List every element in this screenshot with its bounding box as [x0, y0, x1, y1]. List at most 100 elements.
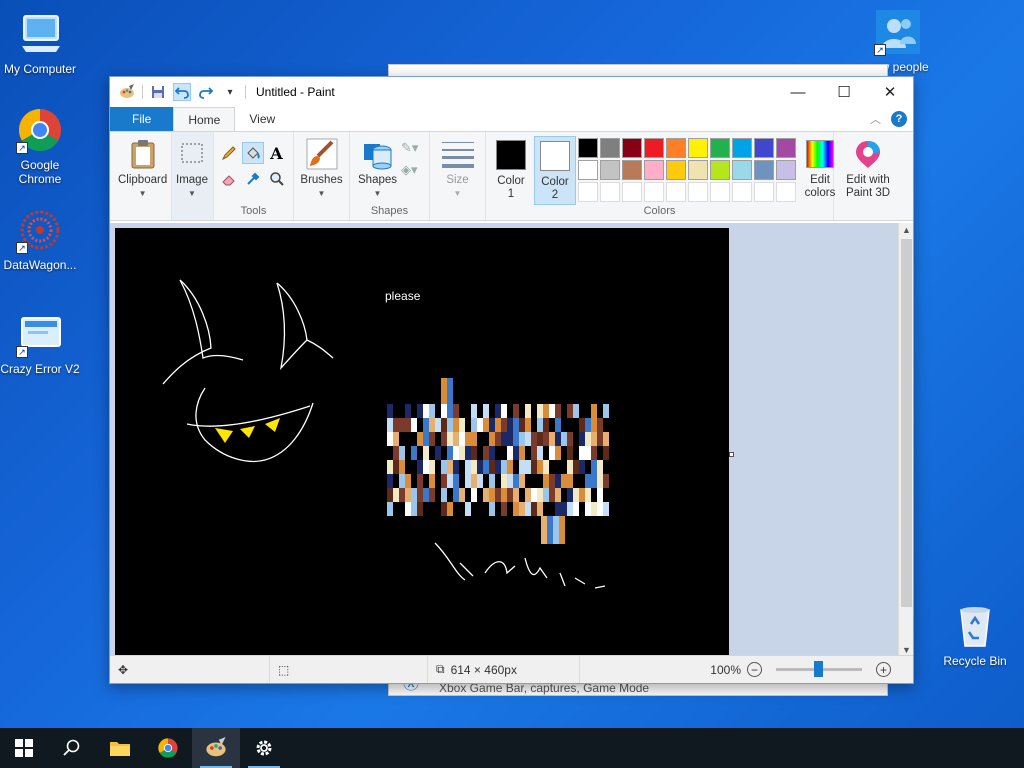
- cursor-position-cell: ✥: [110, 656, 270, 683]
- shapes-button[interactable]: Shapes ▼: [354, 136, 401, 202]
- maximize-button[interactable]: ☐: [821, 77, 867, 107]
- image-label: Image: [176, 174, 208, 186]
- canvas-pixel: [471, 488, 477, 502]
- palette-swatch-empty[interactable]: [688, 182, 708, 202]
- palette-swatch[interactable]: [578, 160, 598, 180]
- fill-bucket-icon[interactable]: [241, 142, 264, 164]
- palette-swatch[interactable]: [600, 160, 620, 180]
- scroll-up-icon[interactable]: ▲: [899, 225, 914, 235]
- tab-home[interactable]: Home: [173, 107, 236, 131]
- image-button[interactable]: Image ▼: [176, 136, 208, 202]
- scrollbar-thumb[interactable]: [901, 239, 912, 607]
- edit-with-paint3d-button[interactable]: Edit with Paint 3D: [838, 136, 898, 202]
- size-button[interactable]: Size ▼: [438, 136, 478, 202]
- palette-swatch[interactable]: [644, 160, 664, 180]
- scroll-down-icon[interactable]: ▼: [899, 645, 914, 655]
- color-picker-icon[interactable]: [242, 168, 264, 190]
- help-icon[interactable]: ?: [891, 111, 907, 127]
- desktop-icon-my-computer[interactable]: My Computer: [0, 10, 80, 76]
- palette-swatch-empty[interactable]: [600, 182, 620, 202]
- canvas-pixel: [555, 502, 561, 516]
- drawing-canvas[interactable]: please: [115, 228, 729, 656]
- taskbar-chrome[interactable]: [144, 728, 192, 768]
- tab-file[interactable]: File: [110, 107, 174, 131]
- brushes-button[interactable]: Brushes ▼: [296, 136, 346, 202]
- search-button[interactable]: [48, 728, 96, 768]
- canvas-pixel: [513, 502, 519, 516]
- palette-swatch[interactable]: [666, 160, 686, 180]
- canvas-resize-handle[interactable]: [729, 452, 734, 457]
- paint-window[interactable]: ▾ Untitled - Paint — ☐ ✕ File Home View …: [109, 76, 914, 684]
- canvas-pixel: [507, 460, 513, 474]
- canvas-pixel: [441, 460, 447, 474]
- taskbar-settings[interactable]: [240, 728, 288, 768]
- palette-swatch[interactable]: [710, 138, 730, 158]
- magnifier-icon[interactable]: [266, 168, 288, 190]
- zoom-slider-knob[interactable]: [814, 661, 823, 677]
- clipboard-label: Clipboard: [118, 174, 168, 186]
- zoom-slider[interactable]: [776, 661, 862, 677]
- color1-button[interactable]: Color 1: [490, 136, 532, 203]
- palette-swatch[interactable]: [776, 138, 796, 158]
- palette-swatch[interactable]: [578, 138, 598, 158]
- palette-swatch[interactable]: [600, 138, 620, 158]
- pencil-icon[interactable]: [218, 142, 240, 164]
- palette-swatch-empty[interactable]: [666, 182, 686, 202]
- canvas-workspace[interactable]: please: [110, 223, 900, 657]
- canvas-pixel: [477, 418, 483, 432]
- palette-swatch[interactable]: [732, 138, 752, 158]
- palette-swatch-empty[interactable]: [578, 182, 598, 202]
- close-button[interactable]: ✕: [867, 77, 913, 107]
- canvas-pixel: [417, 502, 423, 516]
- palette-swatch-empty[interactable]: [776, 182, 796, 202]
- minimize-button[interactable]: —: [775, 77, 821, 107]
- taskbar-file-explorer[interactable]: [96, 728, 144, 768]
- canvas-pixel: [483, 446, 489, 460]
- fill-icon[interactable]: ◈▾: [401, 162, 418, 178]
- palette-swatch[interactable]: [622, 160, 642, 180]
- tab-view[interactable]: View: [235, 107, 289, 131]
- palette-swatch-empty[interactable]: [710, 182, 730, 202]
- palette-swatch[interactable]: [688, 160, 708, 180]
- clipboard-button[interactable]: Clipboard ▼: [114, 136, 171, 202]
- palette-swatch[interactable]: [622, 138, 642, 158]
- palette-swatch-empty[interactable]: [754, 182, 774, 202]
- canvas-pixel: [531, 446, 537, 460]
- palette-swatch[interactable]: [732, 160, 752, 180]
- canvas-pixel: [549, 432, 555, 446]
- clipboard-group: Clipboard ▼: [110, 132, 172, 220]
- desktop-icon-crazy-error[interactable]: ↗ Crazy Error V2: [0, 310, 80, 376]
- zoom-out-button[interactable]: −: [747, 662, 762, 677]
- desktop-icon-recycle-bin[interactable]: Recycle Bin: [935, 602, 1015, 668]
- desktop-icon-google-chrome[interactable]: ↗ Google Chrome: [0, 106, 80, 186]
- canvas-pixel: [585, 446, 591, 460]
- collapse-ribbon-icon[interactable]: ︿: [870, 111, 881, 127]
- palette-swatch-empty[interactable]: [644, 182, 664, 202]
- text-tool-icon[interactable]: A: [266, 142, 288, 164]
- palette-swatch[interactable]: [688, 138, 708, 158]
- vertical-scrollbar[interactable]: ▲ ▼: [898, 223, 913, 657]
- palette-swatch[interactable]: [644, 138, 664, 158]
- palette-swatch[interactable]: [710, 160, 730, 180]
- taskbar-paint[interactable]: [192, 728, 240, 768]
- canvas-pixel: [447, 446, 453, 460]
- palette-swatch[interactable]: [754, 160, 774, 180]
- undo-icon[interactable]: [173, 83, 191, 101]
- canvas-pixel: [555, 488, 561, 502]
- save-icon[interactable]: [149, 83, 167, 101]
- title-bar[interactable]: ▾ Untitled - Paint — ☐ ✕: [110, 77, 913, 107]
- customize-qat-chevron-icon[interactable]: ▾: [221, 83, 239, 101]
- palette-swatch[interactable]: [754, 138, 774, 158]
- palette-swatch-empty[interactable]: [622, 182, 642, 202]
- palette-swatch[interactable]: [776, 160, 796, 180]
- eraser-icon[interactable]: [218, 168, 240, 190]
- color2-button[interactable]: Color 2: [534, 136, 576, 205]
- canvas-pixel: [411, 418, 417, 432]
- redo-icon[interactable]: [197, 83, 215, 101]
- zoom-in-button[interactable]: +: [876, 662, 891, 677]
- outline-icon[interactable]: ✎▾: [401, 140, 418, 156]
- desktop-icon-datawagon[interactable]: ↗ DataWagon...: [0, 206, 80, 272]
- start-button[interactable]: [0, 728, 48, 768]
- palette-swatch-empty[interactable]: [732, 182, 752, 202]
- palette-swatch[interactable]: [666, 138, 686, 158]
